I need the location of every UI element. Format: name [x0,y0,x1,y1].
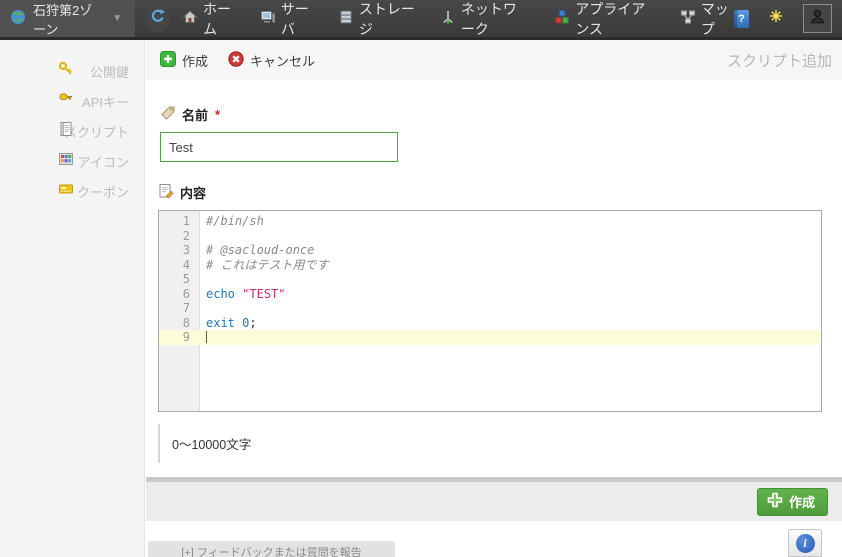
nav-label: ネットワーク [461,0,530,39]
account-button[interactable] [803,4,832,33]
editor-line[interactable]: 6echo "TEST" [159,287,821,302]
line-number: 9 [159,330,199,345]
api-key-icon [58,91,74,112]
note-pencil-icon [158,183,174,202]
required-mark: * [215,107,220,122]
line-number: 6 [159,287,199,302]
nav-item-storage[interactable]: ストレージ [338,0,416,39]
sidebar-item-script[interactable]: スクリプト [0,116,144,146]
editor-line[interactable]: 1#/bin/sh [159,214,821,229]
content-label: 内容 [180,183,206,202]
editor-line[interactable]: 2 [159,229,821,244]
cancel-toolbar-button[interactable]: キャンセル [228,51,315,70]
text-cursor [206,331,207,343]
main-panel: 作成 キャンセル スクリプト追加 名前 * 内容 1#/bin/sh23# @s… [146,40,842,557]
cancel-icon [228,51,244,70]
nav-item-map[interactable]: マップ [680,0,734,39]
line-number: 1 [159,214,199,229]
nav-label: サーバ [281,0,314,39]
icon-grid-icon [58,151,74,172]
char-counter: 0〜10000文字 [158,424,251,463]
line-number: 4 [159,258,199,273]
create-toolbar-label: 作成 [182,51,208,70]
sidebar: 公開鍵 APIキー スクリプト アイコン クーポン [0,40,145,557]
line-number: 7 [159,301,199,316]
map-icon [680,9,696,28]
nav-label: マップ [701,0,734,39]
top-bar-right: ? [734,4,832,33]
sidebar-item-public-key[interactable]: 公開鍵 [0,56,144,86]
name-label: 名前 [182,105,208,124]
nav-item-server[interactable]: サーバ [260,0,314,39]
editor-line[interactable]: 4# これはテスト用です [159,258,821,273]
name-input[interactable] [160,132,398,162]
action-bar: 作成 [146,482,842,521]
plus-icon [160,51,176,70]
chevron-down-icon: ▼ [112,13,122,24]
create-button[interactable]: 作成 [757,488,828,516]
line-number: 2 [159,229,199,244]
sparkle-icon[interactable] [769,9,783,28]
sidebar-item-icon[interactable]: アイコン [0,146,144,176]
page-title: スクリプト追加 [727,50,832,71]
toolbar: 作成 キャンセル スクリプト追加 [146,40,842,80]
code-editor[interactable]: 1#/bin/sh23# @sacloud-once4# これはテスト用です56… [158,210,822,412]
cancel-toolbar-label: キャンセル [250,51,315,70]
line-number: 3 [159,243,199,258]
key-icon [58,61,74,82]
nav-label: アプライアンス [575,0,656,39]
script-icon [58,121,74,142]
line-number: 5 [159,272,199,287]
name-label-row: 名前 * [160,106,842,122]
content-label-row: 内容 [158,184,842,200]
user-icon [809,8,826,30]
app-window: 石狩第2ゾーン ▼ ホーム サーバ ストレージ ネットワーク [0,0,842,557]
refresh-button[interactable] [145,5,170,33]
home-icon [182,9,198,28]
refresh-icon [150,8,166,29]
nav-item-network[interactable]: ネットワーク [440,0,530,39]
top-nav: ホーム サーバ ストレージ ネットワーク アプライアンス マップ [182,0,734,39]
top-bar: 石狩第2ゾーン ▼ ホーム サーバ ストレージ ネットワーク [0,0,842,40]
nav-label: ストレージ [359,0,416,39]
line-number: 8 [159,316,199,331]
editor-line[interactable]: 8exit 0; [159,316,821,331]
help-button[interactable]: ? [734,10,749,28]
editor-line[interactable]: 7 [159,301,821,316]
coupon-icon [58,181,74,202]
nav-item-home[interactable]: ホーム [182,0,236,39]
network-icon [440,9,456,28]
create-button-label: 作成 [789,492,815,511]
editor-line[interactable]: 3# @sacloud-once [159,243,821,258]
info-icon: i [796,534,815,553]
nav-item-appliance[interactable]: アプライアンス [554,0,656,39]
sidebar-item-api-key[interactable]: APIキー [0,86,144,116]
tag-icon [160,105,176,124]
editor-line[interactable]: 5 [159,272,821,287]
nav-label: ホーム [203,0,236,39]
feedback-tab[interactable]: [+] フィードバックまたは質問を報告 [148,541,395,557]
editor-line[interactable]: 9 [159,330,821,345]
zone-label: 石狩第2ゾーン [33,0,103,38]
appliance-icon [554,9,570,28]
editor-lines: 1#/bin/sh23# @sacloud-once4# これはテスト用です56… [159,211,821,345]
create-toolbar-button[interactable]: 作成 [160,51,208,70]
plus-icon [766,491,784,512]
help-icon: ? [738,13,745,25]
globe-icon [10,9,26,28]
zone-selector[interactable]: 石狩第2ゾーン ▼ [0,0,135,37]
server-icon [260,9,276,28]
info-button[interactable]: i [788,529,822,557]
storage-icon [338,9,354,28]
sidebar-item-coupon[interactable]: クーポン [0,176,144,206]
